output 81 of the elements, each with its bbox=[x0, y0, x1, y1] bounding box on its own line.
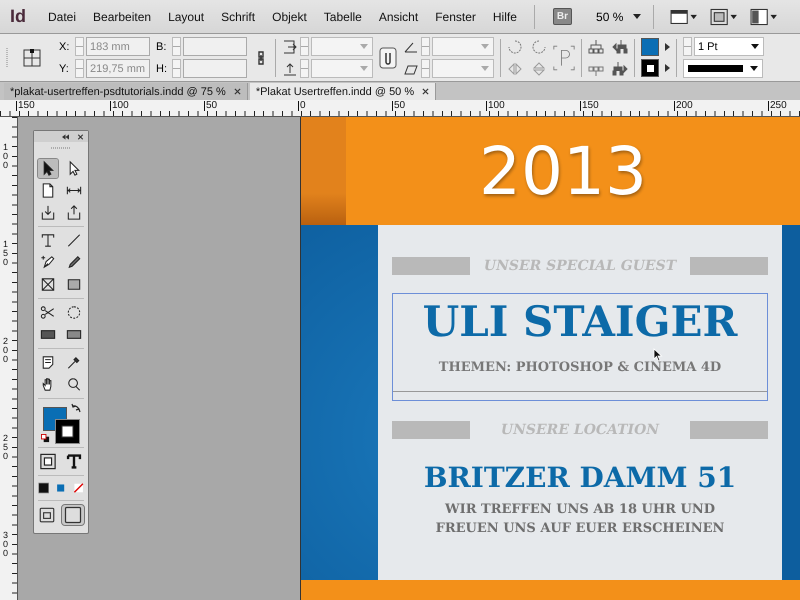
apply-color-icon[interactable] bbox=[38, 480, 50, 496]
menu-item[interactable]: Datei bbox=[48, 10, 76, 24]
select-next-icon[interactable] bbox=[612, 60, 628, 76]
ruler-label: 250 bbox=[768, 101, 787, 111]
caret-icon bbox=[360, 66, 368, 71]
stroke-weight-dropdown[interactable]: 1 Pt bbox=[694, 37, 764, 56]
fill-stroke-swatches-icon[interactable] bbox=[43, 407, 80, 444]
caret-icon bbox=[481, 66, 489, 71]
topics-text: THEMEN: PHOTOSHOP & CINEMA 4D bbox=[438, 360, 722, 375]
caret-icon bbox=[360, 44, 368, 49]
close-icon[interactable] bbox=[234, 88, 241, 95]
zoom-dropdown[interactable]: 50 % bbox=[596, 10, 642, 24]
menu-item[interactable]: Ansicht bbox=[378, 10, 418, 24]
swap-arrows-icon[interactable] bbox=[71, 403, 81, 413]
link-icon[interactable] bbox=[379, 46, 397, 68]
close-icon[interactable] bbox=[77, 134, 84, 140]
menu-item[interactable]: Hilfe bbox=[492, 10, 517, 24]
container-format-icon[interactable] bbox=[38, 452, 58, 471]
ruler-label: 250 bbox=[3, 434, 10, 461]
menu-item[interactable]: Layout bbox=[168, 10, 204, 24]
menu-item[interactable]: Fenster bbox=[435, 10, 476, 24]
ruler-label: 150 bbox=[16, 101, 35, 111]
ruler-label: 200 bbox=[3, 337, 10, 364]
fill-swatch[interactable] bbox=[641, 38, 659, 56]
close-icon[interactable] bbox=[422, 88, 430, 95]
x-label: X: bbox=[59, 40, 70, 52]
ruler-label: 200 bbox=[674, 101, 693, 111]
ruler-label: 50 bbox=[204, 101, 218, 111]
arrange-windows-icon[interactable] bbox=[750, 8, 778, 26]
caret-icon bbox=[633, 14, 642, 19]
width-label: B: bbox=[156, 40, 168, 52]
text-format-icon[interactable] bbox=[64, 452, 84, 471]
y-label: Y: bbox=[59, 62, 70, 74]
meeting-note: WIR TREFFEN UNS AB 18 UHR UND FREUEN UNS AUF EUER ERSCHEINEN bbox=[434, 501, 726, 538]
scale-y-icon bbox=[282, 60, 298, 76]
ruler-label: 300 bbox=[3, 531, 10, 558]
caret-icon[interactable] bbox=[665, 64, 670, 72]
menu-item[interactable]: Schrift bbox=[221, 10, 256, 24]
cursor-icon bbox=[653, 348, 663, 362]
ruler-label: 100 bbox=[486, 101, 505, 111]
rotate-clockwise-icon[interactable] bbox=[507, 38, 523, 54]
frame-view-icon[interactable] bbox=[710, 8, 738, 26]
document-tab[interactable]: *plakat-usertreffen-psdtutorials.indd @ 75 % bbox=[4, 83, 248, 100]
height-label: H: bbox=[156, 62, 168, 74]
ruler-label: 150 bbox=[580, 101, 599, 111]
ruler-label: 50 bbox=[392, 101, 406, 111]
width-field[interactable] bbox=[183, 37, 247, 56]
scale-x-icon bbox=[282, 38, 298, 54]
menu-item[interactable]: Objekt bbox=[272, 10, 307, 24]
ruler-label: 0 bbox=[298, 101, 306, 111]
address-heading: BRITZER DAMM 51 bbox=[424, 461, 736, 494]
normal-view-icon[interactable] bbox=[38, 506, 56, 524]
document-tab[interactable]: *Plakat Usertreffen.indd @ 50 % bbox=[250, 83, 436, 100]
panel-grip-icon[interactable] bbox=[6, 48, 9, 68]
arrow-pointer-icon[interactable] bbox=[38, 159, 58, 178]
ruler-label: 100 bbox=[3, 143, 10, 170]
caret-icon[interactable] bbox=[665, 43, 670, 51]
stroke-type-dropdown[interactable] bbox=[683, 59, 763, 78]
collapse-icon[interactable] bbox=[62, 134, 69, 140]
stroke-swatch[interactable] bbox=[641, 59, 659, 77]
screen-mode-icon[interactable] bbox=[670, 8, 698, 26]
caret-icon bbox=[750, 66, 758, 71]
text-frame[interactable]: ULI STAIGER THEMEN: PHOTOSHOP & CINEMA 4D bbox=[392, 293, 768, 401]
ruler-label: 150 bbox=[3, 240, 10, 267]
height-field[interactable] bbox=[183, 59, 247, 78]
caret-icon bbox=[751, 44, 759, 49]
reference-point-icon[interactable] bbox=[23, 48, 41, 66]
ruler-label: 100 bbox=[110, 101, 129, 111]
default-colors-icon[interactable] bbox=[41, 434, 50, 443]
app-logo: Id bbox=[10, 6, 26, 27]
preview-view-icon[interactable] bbox=[62, 505, 84, 525]
guest-name: ULI STAIGER bbox=[422, 300, 738, 344]
select-previous-icon[interactable] bbox=[612, 38, 628, 54]
select-container-icon[interactable] bbox=[588, 38, 604, 54]
menu-item[interactable]: Bearbeiten bbox=[93, 10, 152, 24]
bracketed-p-icon[interactable] bbox=[553, 44, 575, 70]
panel-grip-icon[interactable] bbox=[51, 147, 71, 150]
rotate-counterclockwise-icon[interactable] bbox=[531, 38, 547, 54]
caret-icon bbox=[481, 44, 489, 49]
menu-item[interactable]: Tabelle bbox=[324, 10, 362, 24]
year-heading: 2013 bbox=[479, 132, 647, 210]
